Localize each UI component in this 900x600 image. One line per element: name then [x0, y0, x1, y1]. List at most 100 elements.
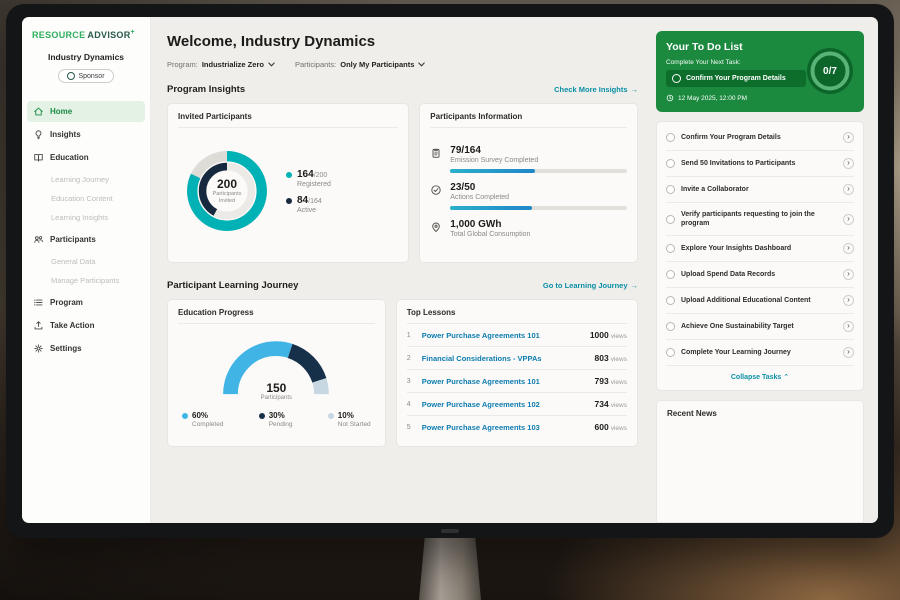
program-insights-cards: Invited Participants 200 Participants In… — [167, 103, 638, 263]
sidebar-item-home[interactable]: Home — [27, 101, 145, 122]
progress-bar — [450, 206, 627, 210]
participants-filter[interactable]: Participants: Only My Participants — [295, 60, 425, 69]
chevron-right-icon[interactable]: › — [843, 132, 854, 143]
dashboard-screen: RESOURCEADVISOR+ Industry Dynamics Spons… — [22, 17, 878, 523]
page-title: Welcome, Industry Dynamics — [167, 33, 638, 50]
legend-percent: 60% — [192, 411, 223, 420]
insights-icon — [33, 129, 44, 140]
sidebar-item-program[interactable]: Program — [27, 292, 145, 313]
sidebar-subitem-learning-journey[interactable]: Learning Journey — [22, 170, 150, 189]
learning-journey-cards: Education Progress 150 Participants 60%C… — [167, 299, 638, 447]
checkbox-icon[interactable] — [666, 244, 675, 253]
legend-value: 164/200 — [297, 169, 331, 180]
app-logo[interactable]: RESOURCEADVISOR+ — [22, 29, 150, 40]
education-progress-card: Education Progress 150 Participants 60%C… — [167, 299, 386, 447]
task-label: Complete Your Learning Journey — [681, 348, 837, 357]
chevron-right-icon[interactable]: › — [843, 269, 854, 280]
logo-resource: RESOURCE — [32, 30, 85, 40]
recent-news-title: Recent News — [667, 409, 853, 418]
sidebar-subitem-learning-insights[interactable]: Learning Insights — [22, 208, 150, 227]
program-filter[interactable]: Program: Industrialize Zero — [167, 60, 275, 69]
sidebar-item-label: Take Action — [50, 321, 94, 330]
card-title: Participants Information — [430, 112, 627, 128]
sidebar-item-take-action[interactable]: Take Action — [27, 315, 145, 336]
participants-filter-value[interactable]: Only My Participants — [340, 60, 414, 69]
sidebar-item-participants[interactable]: Participants — [27, 229, 145, 250]
go-to-learning-journey-link[interactable]: Go to Learning Journey→ — [543, 281, 638, 290]
lesson-link[interactable]: Power Purchase Agreements 101 — [422, 377, 588, 386]
todo-task-invite-a-collaborator[interactable]: Invite a Collaborator › — [666, 177, 854, 203]
checkbox-icon[interactable] — [672, 74, 681, 83]
task-label: Invite a Collaborator — [681, 185, 837, 194]
chevron-right-icon[interactable]: › — [843, 214, 854, 225]
stat-emission-survey-completed: 79/164Emission Survey Completed — [430, 145, 627, 173]
todo-panel: Your To Do List Complete Your Next Task:… — [650, 17, 878, 523]
chevron-right-icon[interactable]: › — [843, 243, 854, 254]
checkbox-icon[interactable] — [666, 322, 675, 331]
sidebar-item-insights[interactable]: Insights — [27, 124, 145, 145]
todo-task-upload-spend-data-records[interactable]: Upload Spend Data Records› — [666, 262, 854, 288]
sidebar-subitem-manage-participants[interactable]: Manage Participants — [22, 271, 150, 290]
lesson-views: 793views — [595, 376, 627, 386]
legend-item-completed: 60%Completed — [182, 411, 223, 428]
sidebar-item-label: Participants — [50, 235, 96, 244]
chevron-right-icon[interactable]: › — [843, 347, 854, 358]
legend-item-active: 84/164Active — [286, 195, 331, 214]
chevron-right-icon[interactable]: › — [843, 321, 854, 332]
todo-task-complete-your-learning-journey[interactable]: Complete Your Learning Journey › — [666, 340, 854, 366]
program-insights-header: Program Insights Check More Insights→ — [167, 84, 638, 95]
stat-label: Total Global Consumption — [450, 231, 627, 238]
checkbox-icon[interactable] — [666, 270, 675, 279]
todo-task-confirm-your-program-details[interactable]: Confirm Your Program Details › — [666, 125, 854, 151]
sidebar-item-education[interactable]: Education — [27, 147, 145, 168]
todo-task-verify-participants-requesting-to-join-the-program[interactable]: Verify participants requesting to join t… — [666, 203, 854, 236]
monitor-stand — [419, 532, 481, 600]
sidebar-item-label: Education — [50, 153, 89, 162]
task-label: Explore Your Insights Dashboard — [681, 244, 837, 253]
checkbox-icon[interactable] — [666, 133, 675, 142]
check-more-insights-link[interactable]: Check More Insights→ — [554, 85, 638, 94]
chevron-right-icon[interactable]: › — [843, 184, 854, 195]
education-gauge-chart: 150 Participants — [217, 335, 335, 401]
lesson-link[interactable]: Power Purchase Agreements 101 — [422, 331, 583, 340]
legend-label: Active — [297, 207, 322, 214]
task-label: Confirm Your Program Details — [681, 133, 837, 142]
card-title: Education Progress — [178, 308, 375, 324]
participants-icon — [33, 234, 44, 245]
lesson-link[interactable]: Power Purchase Agreements 102 — [422, 400, 588, 409]
checkbox-icon[interactable] — [666, 159, 675, 168]
stat-total-global-consumption: 1,000 GWhTotal Global Consumption — [430, 219, 627, 238]
collapse-tasks-link[interactable]: Collapse Tasks ⌃ — [666, 366, 854, 387]
donut-center-value: 200 — [217, 177, 237, 191]
legend-dot — [182, 413, 188, 419]
sidebar-item-label: Program — [50, 298, 83, 307]
chevron-up-icon: ⌃ — [783, 374, 789, 381]
chevron-right-icon[interactable]: › — [843, 158, 854, 169]
checkbox-icon[interactable] — [666, 348, 675, 357]
section-title-learning-journey: Participant Learning Journey — [167, 280, 298, 291]
lesson-rank: 1 — [407, 332, 415, 339]
chevron-right-icon[interactable]: › — [843, 295, 854, 306]
todo-task-explore-your-insights-dashboard[interactable]: Explore Your Insights Dashboard › — [666, 236, 854, 262]
lesson-link[interactable]: Power Purchase Agreements 103 — [422, 423, 588, 432]
todo-task-upload-additional-educational-content[interactable]: Upload Additional Educational Content› — [666, 288, 854, 314]
program-filter-value[interactable]: Industrialize Zero — [202, 60, 264, 69]
checkbox-icon[interactable] — [666, 215, 675, 224]
lesson-rank: 4 — [407, 401, 415, 408]
checkbox-icon[interactable] — [666, 296, 675, 305]
next-task-row[interactable]: Confirm Your Program Details — [666, 70, 806, 87]
lesson-link[interactable]: Financial Considerations - VPPAs — [422, 354, 588, 363]
lesson-views: 600views — [595, 422, 627, 432]
sidebar-subitem-general-data[interactable]: General Data — [22, 252, 150, 271]
lesson-row-3: 3Power Purchase Agreements 101793views — [407, 370, 627, 393]
todo-task-list: Confirm Your Program Details›Send 50 Inv… — [666, 125, 854, 366]
checkbox-icon[interactable] — [666, 185, 675, 194]
legend-percent: 10% — [338, 411, 371, 420]
filter-bar: Program: Industrialize Zero Participants… — [167, 60, 638, 69]
sidebar-subitem-education-content[interactable]: Education Content — [22, 189, 150, 208]
todo-task-send-50-invitations-to-participants[interactable]: Send 50 Invitations to Participants› — [666, 151, 854, 177]
todo-task-achieve-one-sustainability-target[interactable]: Achieve One Sustainability Target› — [666, 314, 854, 340]
clock-icon — [666, 94, 674, 102]
lesson-row-1: 1Power Purchase Agreements 1011000views — [407, 324, 627, 347]
sidebar-item-settings[interactable]: Settings — [27, 338, 145, 359]
